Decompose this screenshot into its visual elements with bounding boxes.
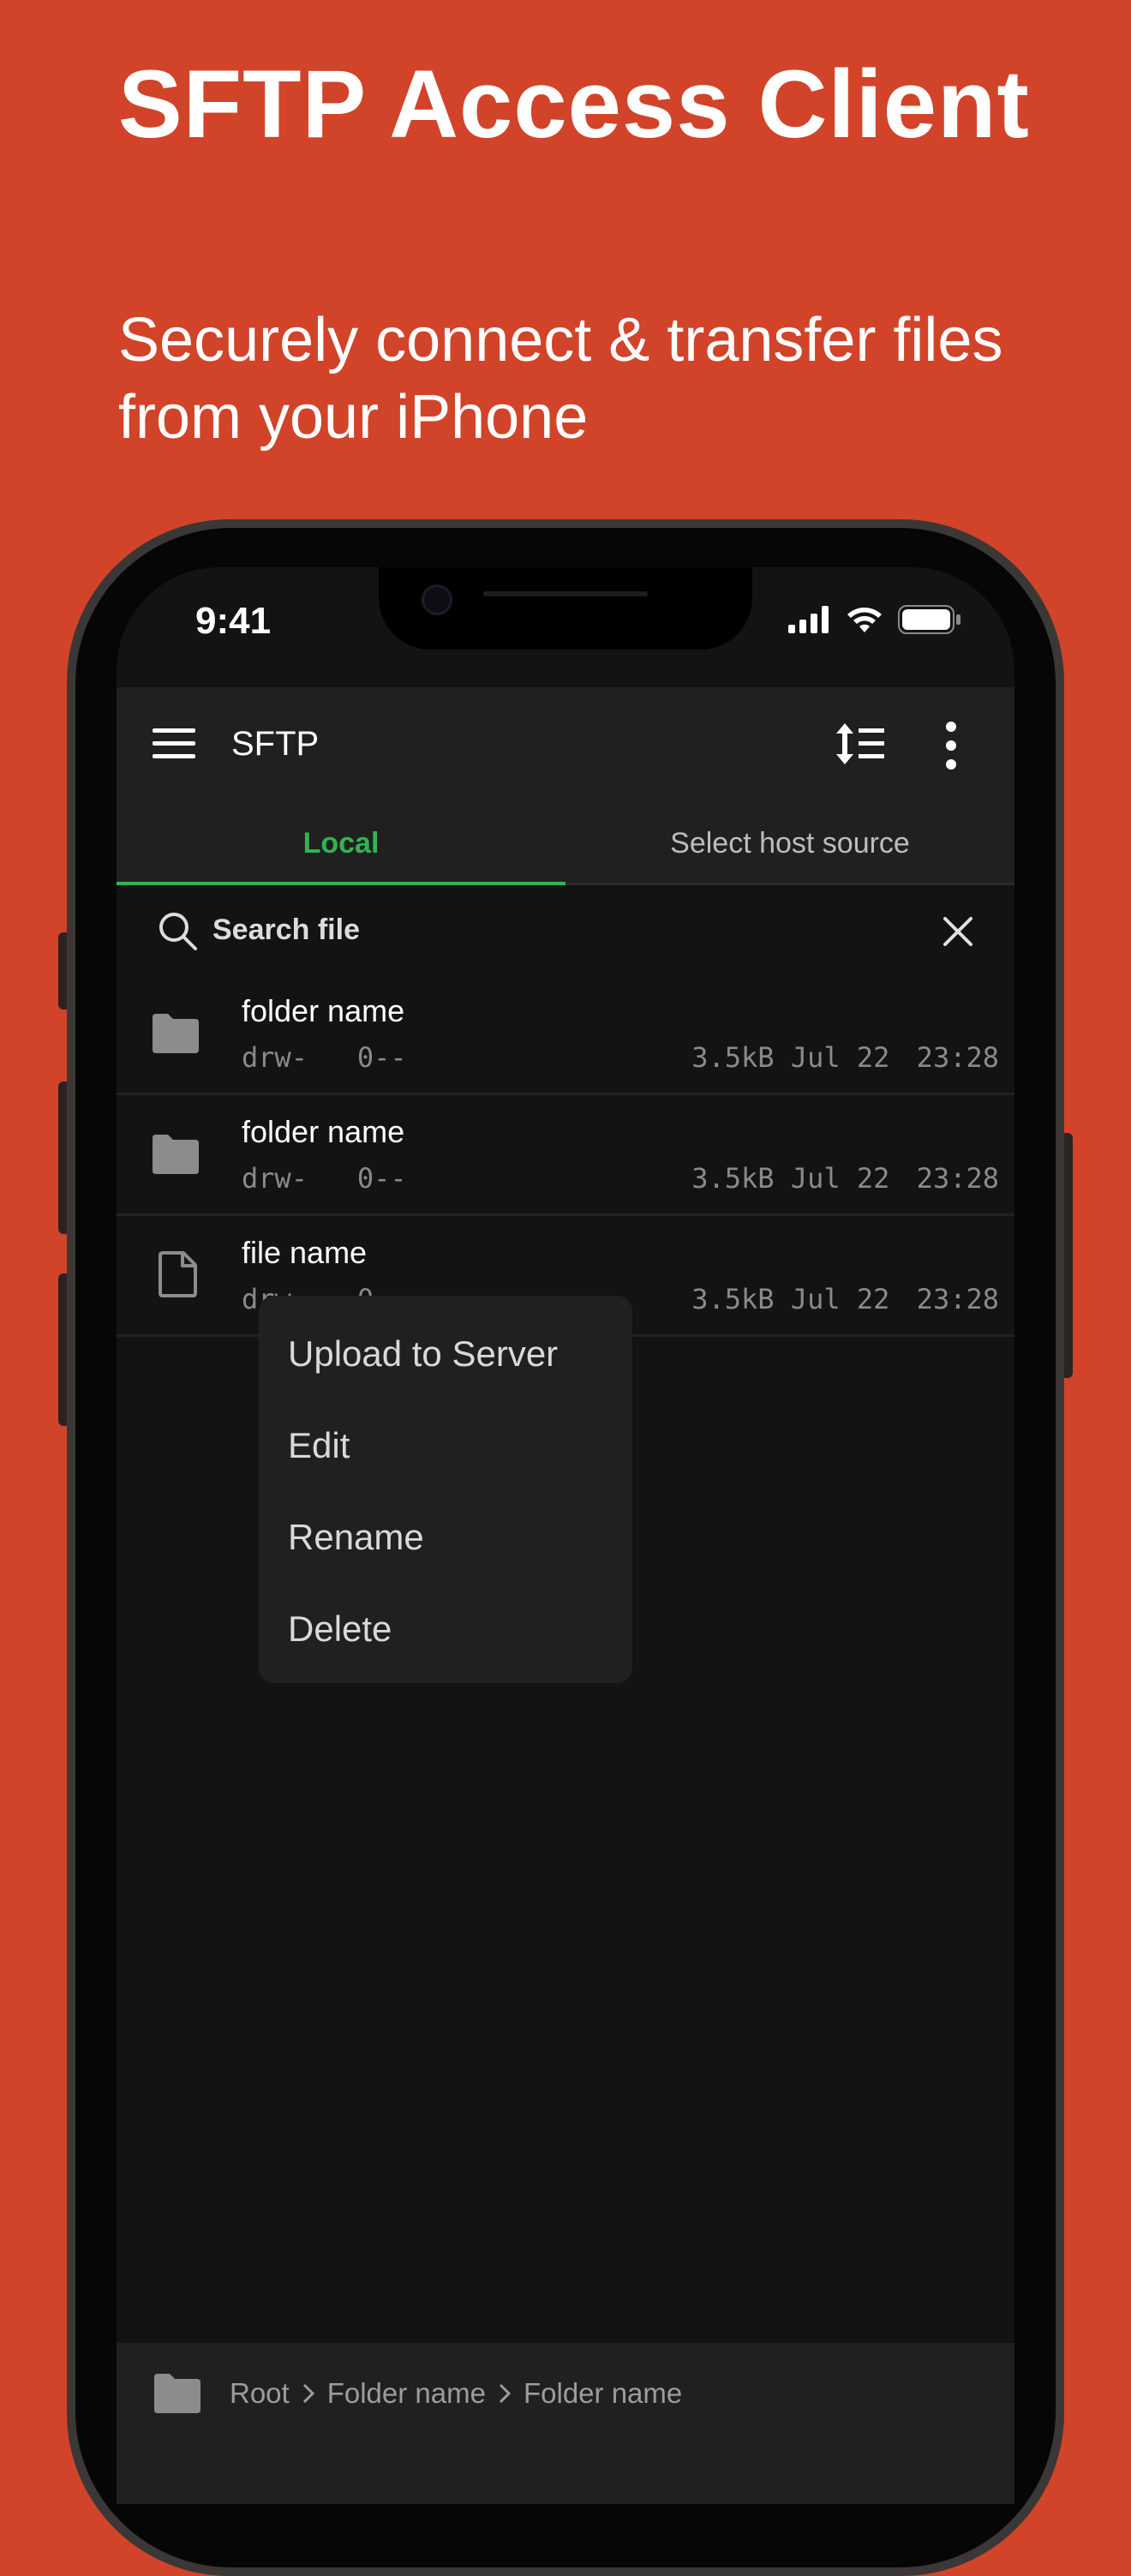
file-time: 23:28 xyxy=(916,1041,999,1074)
file-meta: 3.5kB Jul 22 23:28 xyxy=(691,1283,999,1315)
chevron-right-icon xyxy=(499,2383,512,2404)
file-size: 3.5kB xyxy=(691,1162,775,1195)
folder-icon xyxy=(154,2374,200,2413)
folder-icon xyxy=(153,1014,199,1053)
signal-icon xyxy=(788,606,829,633)
search-input[interactable] xyxy=(212,911,898,949)
context-menu: Upload to Server Edit Rename Delete xyxy=(259,1296,632,1683)
breadcrumb: Root Folder name Folder name xyxy=(153,2374,682,2413)
status-icons xyxy=(788,605,961,634)
chevron-right-icon xyxy=(302,2383,314,2404)
hero-subtitle: Securely connect & transfer files from y… xyxy=(118,306,1003,452)
notch xyxy=(379,567,752,650)
file-name: file name xyxy=(242,1235,368,1270)
breadcrumb-folder-1[interactable]: Folder name xyxy=(327,2377,486,2410)
phone-screen: 9:41 SFTP Local Select host source Searc… xyxy=(117,567,1014,2504)
file-time: 23:28 xyxy=(916,1162,999,1195)
camera xyxy=(422,584,452,615)
folder-icon xyxy=(153,1135,199,1174)
tab-local[interactable]: Local xyxy=(117,804,566,883)
breadcrumb-folder-2[interactable]: Folder name xyxy=(524,2377,682,2410)
menu-item-edit[interactable]: Edit xyxy=(259,1399,632,1491)
menu-item-delete[interactable]: Delete xyxy=(259,1583,632,1674)
file-meta: 3.5kB Jul 22 23:28 xyxy=(691,1162,999,1195)
close-icon[interactable] xyxy=(942,916,973,947)
breadcrumb-bar: Root Folder name Folder name xyxy=(117,2343,1014,2504)
battery-icon xyxy=(898,605,960,634)
tab-bar: Local Select host source xyxy=(117,804,1014,885)
file-date: Jul 22 xyxy=(790,1162,890,1195)
app-title: SFTP xyxy=(231,725,320,763)
breadcrumb-root[interactable]: Root xyxy=(230,2377,290,2410)
file-date: Jul 22 xyxy=(790,1283,890,1315)
file-date: Jul 22 xyxy=(790,1041,890,1074)
file-meta: 3.5kB Jul 22 23:28 xyxy=(691,1041,999,1074)
search-icon xyxy=(159,913,197,950)
tab-local-label: Local xyxy=(302,826,380,860)
file-size: 3.5kB xyxy=(691,1283,775,1315)
more-vert-icon[interactable] xyxy=(944,722,958,770)
tab-host-label: Select host source xyxy=(670,826,910,860)
file-permissions: drw- 0-- xyxy=(242,1162,407,1195)
search-bar xyxy=(117,885,1014,974)
app-bar: SFTP xyxy=(117,687,1014,804)
list-item[interactable]: folder name drw- 0-- 3.5kB Jul 22 23:28 xyxy=(117,1095,1014,1216)
hero-title: SFTP Access Client xyxy=(118,51,1030,158)
file-name: folder name xyxy=(242,993,405,1028)
file-size: 3.5kB xyxy=(691,1041,775,1074)
wifi-icon xyxy=(847,608,882,632)
menu-item-upload-to-server[interactable]: Upload to Server xyxy=(259,1308,632,1399)
file-icon xyxy=(159,1251,197,1297)
file-list: folder name drw- 0-- 3.5kB Jul 22 23:28 … xyxy=(117,974,1014,1337)
menu-item-rename[interactable]: Rename xyxy=(259,1491,632,1583)
file-permissions: drw- 0-- xyxy=(242,1041,407,1074)
hamburger-icon[interactable] xyxy=(153,725,197,763)
status-time: 9:41 xyxy=(195,600,272,642)
tab-select-host-source[interactable]: Select host source xyxy=(566,804,1014,883)
file-time: 23:28 xyxy=(916,1283,999,1315)
file-name: folder name xyxy=(242,1114,405,1149)
sort-icon[interactable] xyxy=(835,722,886,766)
speaker-grille xyxy=(483,591,648,596)
list-item[interactable]: folder name drw- 0-- 3.5kB Jul 22 23:28 xyxy=(117,974,1014,1095)
